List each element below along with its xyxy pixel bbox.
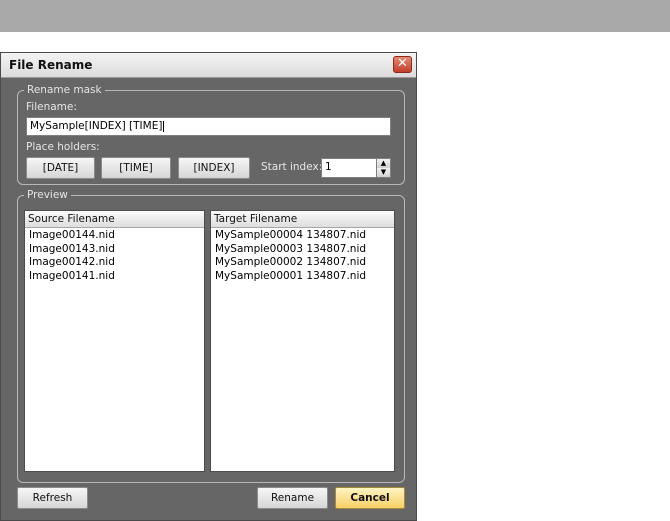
date-placeholder-button[interactable]: [DATE] bbox=[26, 157, 95, 179]
placeholders-label: Place holders: bbox=[26, 141, 100, 153]
source-filename-header[interactable]: Source Filename bbox=[25, 211, 204, 228]
list-item[interactable]: Image00141.nid bbox=[29, 270, 204, 284]
close-icon[interactable]: ✕ bbox=[393, 56, 412, 73]
list-item[interactable]: MySample00002 134807.nid bbox=[215, 256, 394, 270]
list-item[interactable]: Image00143.nid bbox=[29, 243, 204, 257]
preview-group: Preview Source Filename Image00144.nid I… bbox=[17, 189, 405, 483]
spin-down-icon[interactable]: ▼ bbox=[377, 168, 390, 177]
time-placeholder-button[interactable]: [TIME] bbox=[101, 157, 171, 179]
refresh-button[interactable]: Refresh bbox=[17, 487, 88, 509]
source-list-items: Image00144.nid Image00143.nid Image00142… bbox=[25, 228, 204, 283]
filename-label: Filename: bbox=[26, 101, 77, 113]
rename-button[interactable]: Rename bbox=[257, 487, 328, 509]
top-bar bbox=[0, 0, 670, 32]
rename-mask-group: Rename mask Filename: MySample[INDEX] [T… bbox=[17, 84, 405, 185]
target-filename-list[interactable]: Target Filename MySample00004 134807.nid… bbox=[210, 210, 395, 472]
text-caret bbox=[163, 120, 165, 132]
dialog-titlebar: File Rename ✕ bbox=[1, 53, 416, 78]
start-index-label: Start index: bbox=[261, 161, 323, 173]
rename-mask-label: Rename mask bbox=[24, 84, 105, 96]
list-item[interactable]: MySample00004 134807.nid bbox=[215, 229, 394, 243]
list-item[interactable]: Image00144.nid bbox=[29, 229, 204, 243]
list-item[interactable]: MySample00003 134807.nid bbox=[215, 243, 394, 257]
cancel-button[interactable]: Cancel bbox=[335, 487, 405, 509]
start-index-spinner: ▲ ▼ bbox=[376, 159, 390, 177]
start-index-value: 1 bbox=[325, 161, 332, 173]
filename-value: MySample[INDEX] [TIME] bbox=[30, 120, 163, 132]
list-item[interactable]: Image00142.nid bbox=[29, 256, 204, 270]
list-item[interactable]: MySample00001 134807.nid bbox=[215, 270, 394, 284]
preview-label: Preview bbox=[24, 189, 71, 201]
target-list-items: MySample00004 134807.nid MySample00003 1… bbox=[211, 228, 394, 283]
source-filename-list[interactable]: Source Filename Image00144.nid Image0014… bbox=[24, 210, 205, 472]
index-placeholder-button[interactable]: [INDEX] bbox=[178, 157, 250, 179]
start-index-stepper[interactable]: 1 ▲ ▼ bbox=[321, 158, 391, 178]
dialog-title: File Rename bbox=[9, 58, 93, 72]
file-rename-dialog: File Rename ✕ Rename mask Filename: MySa… bbox=[0, 52, 417, 521]
filename-input[interactable]: MySample[INDEX] [TIME] bbox=[26, 117, 391, 136]
target-filename-header[interactable]: Target Filename bbox=[211, 211, 394, 228]
